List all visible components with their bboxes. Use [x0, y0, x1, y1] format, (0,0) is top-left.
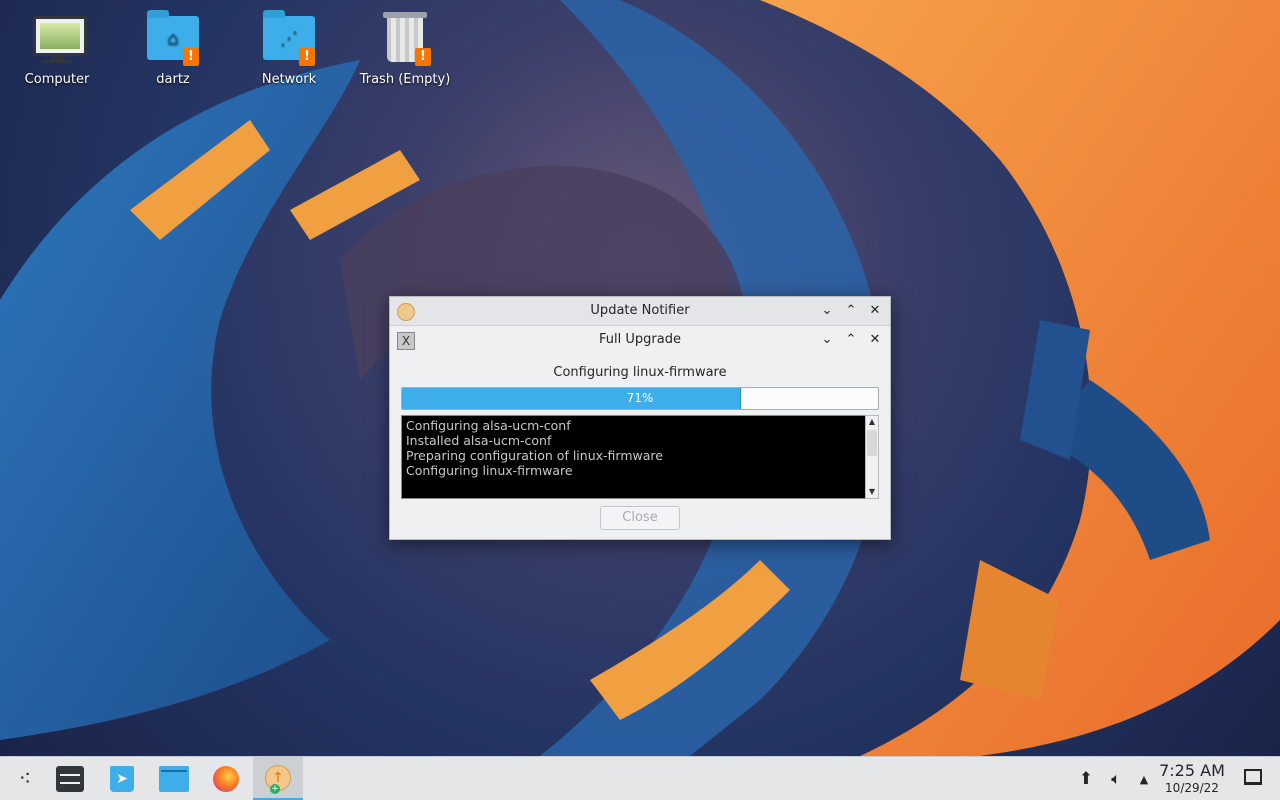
log-scrollbar[interactable]: ▲ ▼ — [865, 415, 879, 499]
taskbar: ⁖ ➤ ↑ + ⬆ 🔈︎ ▲ 7:25 AM 10/29/22 — [0, 756, 1280, 800]
computer-icon — [29, 10, 87, 66]
desktop-icon-computer[interactable]: Computer — [7, 10, 107, 87]
clock[interactable]: 7:25 AM 10/29/22 — [1158, 761, 1226, 795]
update-notifier-window: Update Notifier ⌄ ⌃ ✕ X Full Upgrade ⌄ ⌃… — [389, 296, 891, 540]
desktop-icon-network[interactable]: ⋰ ! Network — [239, 10, 339, 87]
close-window-button[interactable]: ✕ — [866, 331, 884, 349]
taskbar-system-settings[interactable] — [45, 757, 95, 800]
warning-badge: ! — [415, 48, 431, 66]
log-line: Configuring alsa-ucm-conf — [406, 418, 571, 433]
file-manager-icon — [159, 766, 189, 792]
maximize-button[interactable]: ⌃ — [842, 331, 860, 349]
taskbar-discover[interactable]: ➤ — [97, 757, 147, 800]
warning-badge: ! — [183, 48, 199, 66]
launcher-icon: ⁖ — [18, 766, 32, 792]
window-title: Update Notifier — [590, 303, 690, 318]
log-line: Preparing configuration of linux-firmwar… — [406, 448, 663, 463]
firefox-icon — [213, 766, 239, 792]
network-folder-icon: ⋰ ! — [261, 10, 317, 66]
progress-label: 71% — [626, 391, 654, 405]
settings-icon — [56, 766, 84, 792]
minimize-button[interactable]: ⌄ — [818, 302, 836, 320]
home-folder-icon: ⌂ ! — [145, 10, 201, 66]
taskbar-firefox[interactable] — [201, 757, 251, 800]
desktop-icon-dartz[interactable]: ⌂ ! dartz — [123, 10, 223, 87]
desktop-icon-label: Network — [261, 72, 317, 87]
full-upgrade-titlebar[interactable]: X Full Upgrade ⌄ ⌃ ✕ — [390, 326, 890, 354]
close-button[interactable]: Close — [600, 506, 680, 530]
window-titlebar[interactable]: Update Notifier ⌄ ⌃ ✕ — [390, 297, 890, 326]
clock-date: 10/29/22 — [1165, 781, 1219, 795]
log-line: Configuring linux-firmware — [406, 463, 573, 478]
warning-badge: ! — [299, 48, 315, 66]
minimize-button[interactable]: ⌄ — [818, 331, 836, 349]
desktop-icon-label: dartz — [156, 72, 190, 87]
trash-icon: ! — [377, 10, 433, 66]
taskbar-file-manager[interactable] — [149, 757, 199, 800]
desktop-icon-label: Computer — [24, 72, 90, 87]
update-tray-icon[interactable]: ⬆ — [1074, 757, 1098, 800]
taskbar-update-notifier[interactable]: ↑ + — [253, 757, 303, 800]
desktop-icon-label: Trash (Empty) — [359, 72, 451, 87]
full-upgrade-title: Full Upgrade — [599, 332, 681, 347]
desktop-icon-trash[interactable]: ! Trash (Empty) — [355, 10, 455, 87]
scroll-down-arrow-icon[interactable]: ▼ — [866, 486, 878, 498]
scrollbar-thumb[interactable] — [867, 430, 877, 456]
clock-time: 7:25 AM — [1159, 761, 1225, 780]
upgrade-log-output[interactable]: Configuring alsa-ucm-conf Installed alsa… — [401, 415, 867, 499]
scroll-up-arrow-icon[interactable]: ▲ — [866, 416, 878, 428]
upgrade-status-text: Configuring linux-firmware — [553, 365, 727, 380]
show-desktop-icon[interactable] — [1244, 769, 1262, 785]
update-notifier-icon: ↑ + — [265, 764, 291, 794]
volume-icon[interactable]: 🔈︎ — [1104, 757, 1128, 800]
expand-tray-icon[interactable]: ▲ — [1134, 757, 1154, 800]
application-launcher-button[interactable]: ⁖ — [0, 757, 50, 800]
log-line: Installed alsa-ucm-conf — [406, 433, 552, 448]
upgrade-progress-bar: 71% — [401, 387, 879, 410]
discover-icon: ➤ — [110, 766, 134, 792]
maximize-button[interactable]: ⌃ — [842, 302, 860, 320]
close-window-button[interactable]: ✕ — [866, 302, 884, 320]
